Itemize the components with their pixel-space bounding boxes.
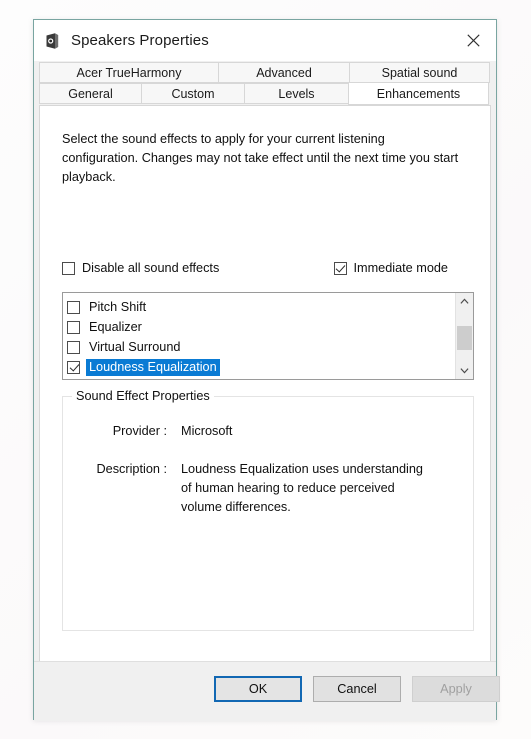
description-label: Description : [96,462,167,476]
tab-label: Advanced [256,65,312,80]
list-item[interactable]: Loudness Equalization [67,357,455,377]
cancel-button[interactable]: Cancel [313,676,401,702]
listbox-scrollbar[interactable] [455,293,473,379]
checkbox-box[interactable] [67,320,80,334]
tab-strip: Acer TrueHarmony Advanced Spatial sound … [39,62,491,105]
provider-value: Microsoft [181,424,233,438]
list-item-label: Loudness Equalization [86,358,220,376]
top-checkbox-row: Disable all sound effects Immediate mode [62,261,474,275]
chevron-up-icon[interactable] [456,293,473,310]
tab-spatial-sound[interactable]: Spatial sound [349,62,490,83]
group-box-title: Sound Effect Properties [72,389,214,403]
title-bar: Speakers Properties [34,20,496,61]
desktop-backdrop: Speakers Properties Acer TrueHarmony Adv… [0,0,531,739]
description-value: Loudness Equalization uses understanding… [181,462,423,514]
apply-button: Apply [412,676,500,702]
tab-general[interactable]: General [39,83,142,104]
tab-custom[interactable]: Custom [141,83,245,104]
immediate-mode-checkbox[interactable]: Immediate mode [333,261,449,275]
dialog-footer: OK Cancel Apply [34,661,500,721]
tab-row-1: Acer TrueHarmony Advanced Spatial sound [39,62,491,83]
speakers-properties-dialog: Speakers Properties Acer TrueHarmony Adv… [33,19,500,721]
tab-enhancements[interactable]: Enhancements [348,82,489,105]
chevron-down-glyph [460,368,469,374]
checkbox-box[interactable] [67,300,80,314]
list-item[interactable]: Virtual Surround [67,337,455,357]
close-x-glyph [467,34,480,47]
listbox-items: Pitch Shift Equalizer Virtual Surround L… [63,293,455,379]
tab-label: Custom [171,86,215,101]
list-item[interactable]: Equalizer [67,317,455,337]
tab-advanced[interactable]: Advanced [218,62,350,83]
checkbox-box [333,261,347,275]
scrollbar-track[interactable] [456,310,473,362]
list-item-label: Virtual Surround [89,339,181,354]
tab-label: Acer TrueHarmony [76,65,182,80]
list-item-label: Equalizer [89,319,142,334]
scrollbar-thumb[interactable] [457,326,472,350]
tab-row-2: General Custom Levels Enhancements [39,82,491,105]
tab-levels[interactable]: Levels [244,83,349,104]
close-icon[interactable] [451,20,496,61]
provider-label: Provider : [112,424,167,438]
sound-effects-listbox[interactable]: Pitch Shift Equalizer Virtual Surround L… [62,292,474,380]
chevron-down-icon[interactable] [456,362,473,379]
chevron-up-glyph [460,298,469,304]
tab-label: Levels [278,86,315,101]
intro-text: Select the sound effects to apply for yo… [62,132,459,184]
speaker-icon [46,32,59,49]
window-title: Speakers Properties [71,32,209,49]
tab-label: Spatial sound [381,65,458,80]
dialog-client-area: Acer TrueHarmony Advanced Spatial sound … [34,61,500,721]
checkbox-label: Disable all sound effects [82,261,220,275]
enhancements-tab-page: Select the sound effects to apply for yo… [39,105,491,693]
ok-button[interactable]: OK [214,676,302,702]
tab-label: General [68,86,113,101]
tab-label: Enhancements [376,86,461,101]
checkbox-box[interactable] [67,340,80,354]
checkbox-box[interactable] [67,360,80,374]
checkbox-label: Immediate mode [353,261,449,275]
description-row: Description : Loudness Equalization uses… [71,460,436,517]
list-item[interactable]: Pitch Shift [67,297,455,317]
checkbox-box [62,261,75,275]
sound-effect-properties-group: Sound Effect Properties Provider : Micro… [62,389,474,631]
tab-acer-trueharmony[interactable]: Acer TrueHarmony [39,62,219,83]
provider-row: Provider : Microsoft [71,422,436,441]
list-item-label: Pitch Shift [89,299,147,314]
disable-all-sound-effects-checkbox[interactable]: Disable all sound effects [62,261,219,275]
